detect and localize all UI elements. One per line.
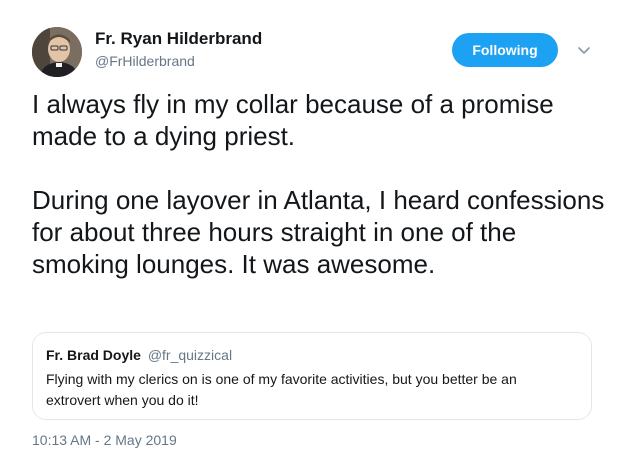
tweet-text: I always fly in my collar because of a p… <box>32 88 607 280</box>
author-avatar[interactable] <box>32 27 82 77</box>
chevron-down-icon[interactable] <box>574 40 594 60</box>
tweet-paragraph: During one layover in Atlanta, I heard c… <box>32 185 605 279</box>
quoted-author-name: Fr. Brad Doyle <box>46 347 141 363</box>
quoted-author-handle: @fr_quizzical <box>147 347 233 363</box>
author-name[interactable]: Fr. Ryan Hilderbrand <box>95 29 262 49</box>
following-button[interactable]: Following <box>452 33 558 67</box>
quoted-tweet-text: Flying with my clerics on is one of my f… <box>46 371 517 408</box>
tweet-timestamp[interactable]: 10:13 AM - 2 May 2019 <box>32 432 177 448</box>
author-handle[interactable]: @FrHilderbrand <box>95 53 195 69</box>
tweet-paragraph: I always fly in my collar because of a p… <box>32 89 554 151</box>
quoted-tweet-card[interactable]: Fr. Brad Doyle @fr_quizzical Flying with… <box>32 332 592 420</box>
quoted-tweet-header: Fr. Brad Doyle @fr_quizzical <box>46 347 232 363</box>
